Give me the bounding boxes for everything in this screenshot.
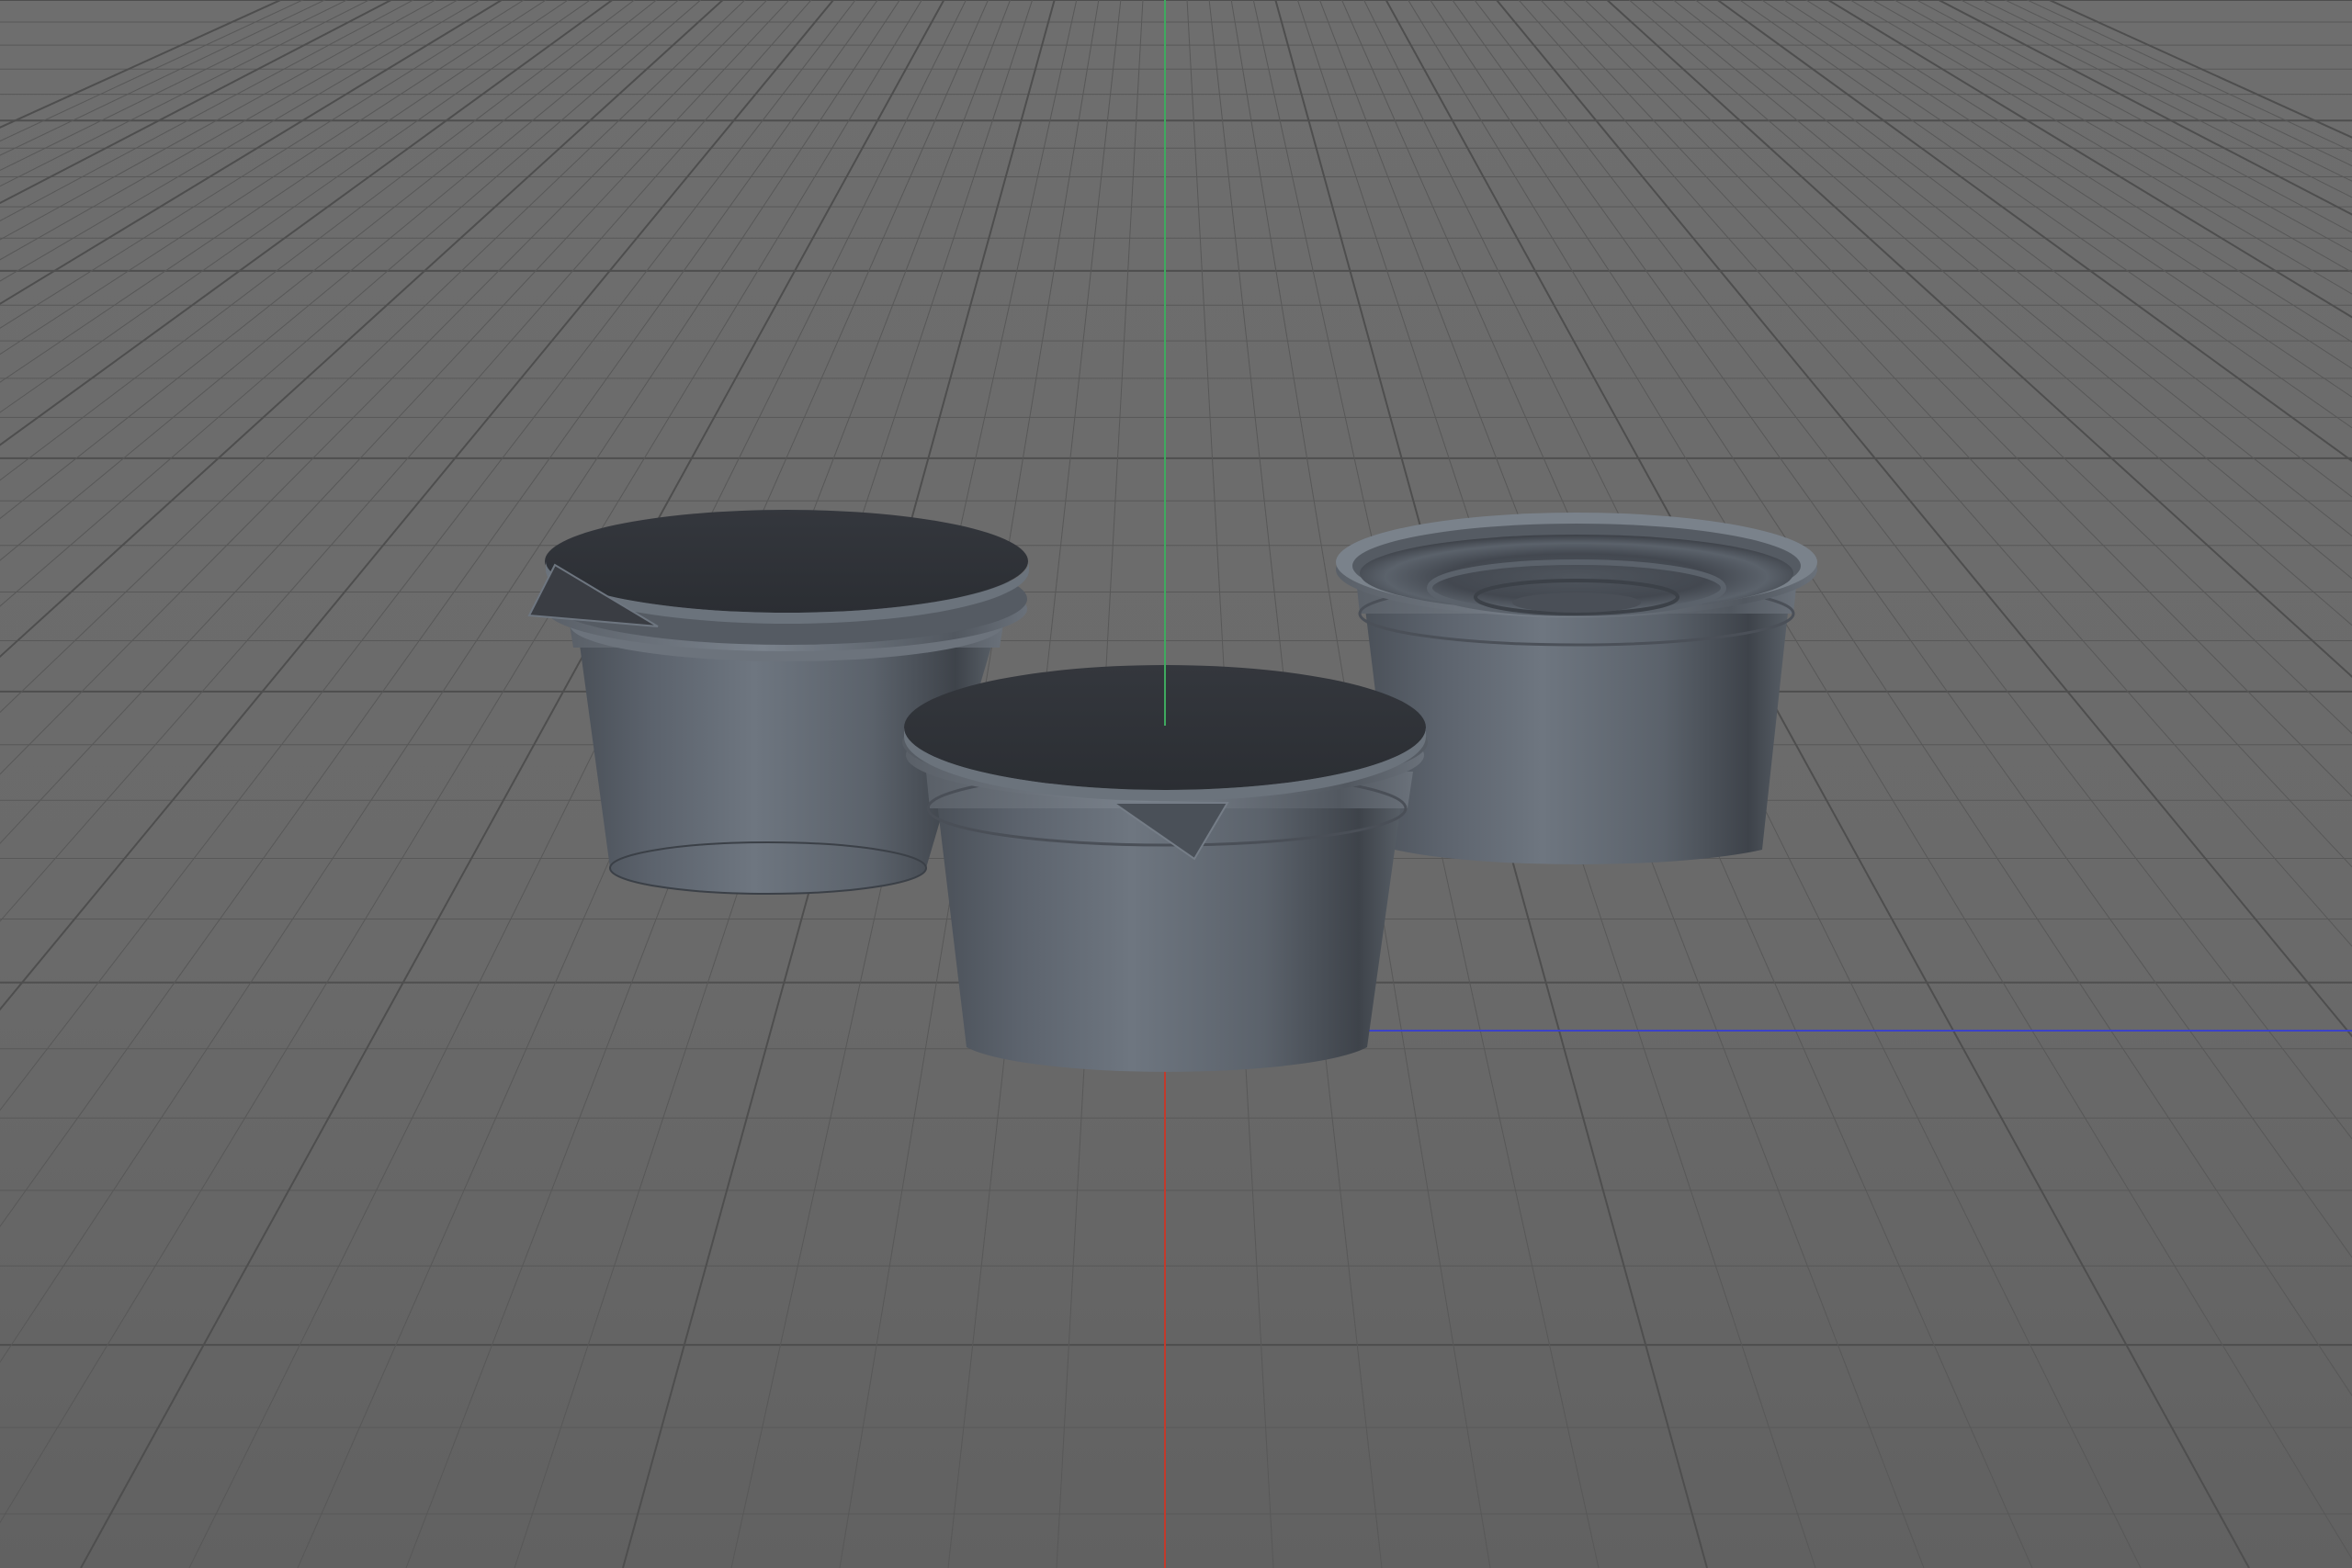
- cup-right-body: [1362, 579, 1792, 864]
- cup-right[interactable]: [1336, 513, 1817, 864]
- cup-front[interactable]: [902, 661, 1428, 1072]
- cup-left-lid: [545, 510, 1028, 613]
- 3d-viewport[interactable]: [0, 0, 2352, 1568]
- viewport-canvas[interactable]: [0, 0, 2352, 1568]
